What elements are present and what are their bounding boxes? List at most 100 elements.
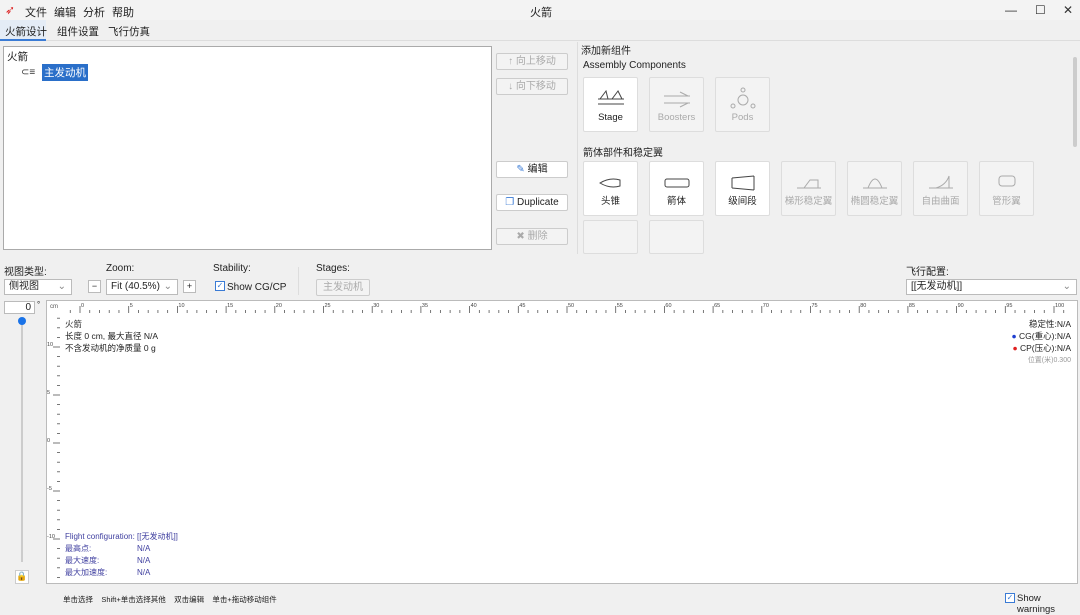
show-warnings-checkbox[interactable]: ✓ [1005,593,1015,603]
stages-label: Stages: [316,263,350,274]
move-down-label: 向下移动 [515,81,556,92]
ruler-x-label: 95 [1006,303,1012,309]
menu-help[interactable]: 帮助 [112,4,134,20]
title-bar: ➶ 文件 编辑 分析 帮助 火箭 — ☐ ✕ [0,0,1080,20]
view-type-value: 侧视图 [9,281,39,292]
freeform-fin-button[interactable]: 自由曲面 [913,161,968,216]
palette-scrollbar[interactable] [1073,57,1077,147]
max-acceleration-value: N/A [137,568,151,577]
zoom-in-button[interactable]: + [183,280,196,293]
flight-config-select[interactable]: [[无发动机]] ⌄ [906,279,1077,295]
window-title: 火箭 [530,7,552,19]
palette-title: 添加新组件 [581,46,631,57]
ruler-x-label: 70 [763,303,769,309]
edit-button[interactable]: ✎ 编辑 [496,161,568,178]
ruler-y-label: 10 [47,342,53,348]
minimize-button[interactable]: — [1005,3,1017,17]
max-acceleration-label: 最大加速度: [65,568,108,577]
tree-item-stage[interactable]: 主发动机 [42,64,88,81]
max-velocity-label: 最大速度: [65,556,100,565]
move-down-button[interactable]: ↓ 向下移动 [496,78,568,95]
stage-button[interactable]: Stage [583,77,638,132]
edit-label: 编辑 [527,164,548,175]
ruler-unit: cm [50,304,58,310]
flight-config-summary-label: Flight configuration: [65,532,135,541]
ruler-y-label: 0 [47,438,50,444]
ruler-x-label: 85 [909,303,915,309]
edit-icon: ✎ [516,164,525,175]
stability-label: Stability: [213,263,251,274]
rotation-input[interactable]: 0 [4,301,35,314]
inner-component-button[interactable] [583,220,638,254]
show-cgcp-label: Show CG/CP [227,282,287,293]
delete-button[interactable]: ✖ 删除 [496,228,568,245]
chevron-down-icon: ⌄ [1062,281,1071,292]
maximize-button[interactable]: ☐ [1035,3,1046,17]
hint-select: 单击选择 [63,595,93,604]
menu-analyze[interactable]: 分析 [83,4,105,20]
rocket-figure-canvas[interactable]: 0 5 10 15 20 25 30 35 40 45 50 55 60 65 70 75 80 85 90 95 10… [46,300,1078,584]
tab-component-settings[interactable]: 组件设置 [57,24,99,39]
show-cgcp-checkbox[interactable]: ✓ [215,281,225,291]
zoom-value: Fit (40.5%) [111,281,160,292]
close-button[interactable]: ✕ [1063,3,1073,17]
ruler-y-label: -10 [47,534,55,540]
cg-value: CG(重心):N/A [1019,331,1071,341]
view-type-select[interactable]: 侧视图 ⌄ [4,279,72,295]
tab-rocket-design[interactable]: 火箭设计 [5,24,47,39]
tree-root[interactable]: 火箭 [7,49,28,64]
component-tree[interactable]: 火箭 ⊂≡ 主发动机 [3,46,492,250]
stage-toggle-button[interactable]: 主发动机 [316,279,370,296]
boosters-button[interactable]: Boosters [649,77,704,132]
ruler-x-label: 5 [130,303,133,309]
tube-fin-button[interactable]: 管形翼 [979,161,1034,216]
trapezoid-fin-button[interactable]: 梯形稳定翼 [781,161,836,216]
flight-summary: Flight configuration: [[无发动机]] 最高点: N/A 最大… [65,531,178,579]
ruler-y-label: -5 [47,486,52,492]
tube-fin-label: 管形翼 [992,196,1021,207]
ruler-x-label: 60 [665,303,671,309]
nose-cone-button[interactable]: 头锥 [583,161,638,216]
zoom-out-button[interactable]: − [88,280,101,293]
menu-file[interactable]: 文件 [25,4,47,20]
transition-button[interactable]: 级间段 [715,161,770,216]
elliptical-fin-label: 椭圆稳定翼 [850,196,899,207]
rotation-slider-track[interactable] [21,322,23,562]
duplicate-button[interactable]: ❐ Duplicate [496,194,568,211]
cg-icon: ● [1011,331,1017,341]
ruler-x-label: 10 [178,303,184,309]
rotation-slider-thumb[interactable] [18,317,26,325]
show-warnings-label: Show warnings [1017,593,1056,615]
ruler-x-label: 45 [519,303,525,309]
rocket-name: 火箭 [65,320,83,330]
body-tube-button[interactable]: 箭体 [649,161,704,216]
stage-icon: ⊂≡ [21,67,36,78]
zoom-select[interactable]: Fit (40.5%) ⌄ [106,279,178,295]
move-up-button[interactable]: ↑ 向上移动 [496,53,568,70]
ruler-x-label: 40 [471,303,477,309]
lock-icon[interactable]: 🔒 [15,570,29,584]
menu-edit[interactable]: 编辑 [54,4,76,20]
trapezoid-fin-label: 梯形稳定翼 [784,196,833,207]
boosters-icon [663,91,690,108]
pods-icon [730,87,755,109]
ruler-x-label: 100 [1055,303,1064,309]
rocket-mass: 不含发动机的净质量 0 g [65,343,156,353]
tab-flight-simulation[interactable]: 飞行仿真 [108,24,150,39]
hint-shift-select: Shift+单击选择其他 [101,595,166,604]
ruler-x-label: 30 [373,303,379,309]
apogee-label: 最高点: [65,544,92,553]
elliptical-fin-button[interactable]: 椭圆稳定翼 [847,161,902,216]
zoom-label: Zoom: [106,263,135,274]
pods-button[interactable]: Pods [715,77,770,132]
ruler-x-label: 55 [617,303,623,309]
pods-label: Pods [731,112,754,123]
ruler-x-label: 20 [276,303,282,309]
ruler-x-label: 75 [812,303,818,309]
freeform-fin-label: 自由曲面 [921,196,960,207]
move-up-label: 向上移动 [515,56,556,67]
rulers: 0 5 10 15 20 25 30 35 40 45 50 55 60 65 70 75 80 85 90 95 10… [47,303,1064,578]
degree-unit: ° [37,300,41,309]
launch-lug-button[interactable] [649,220,704,254]
add-component-panel: 添加新组件 Assembly Components Stage Boosters… [577,42,1080,254]
